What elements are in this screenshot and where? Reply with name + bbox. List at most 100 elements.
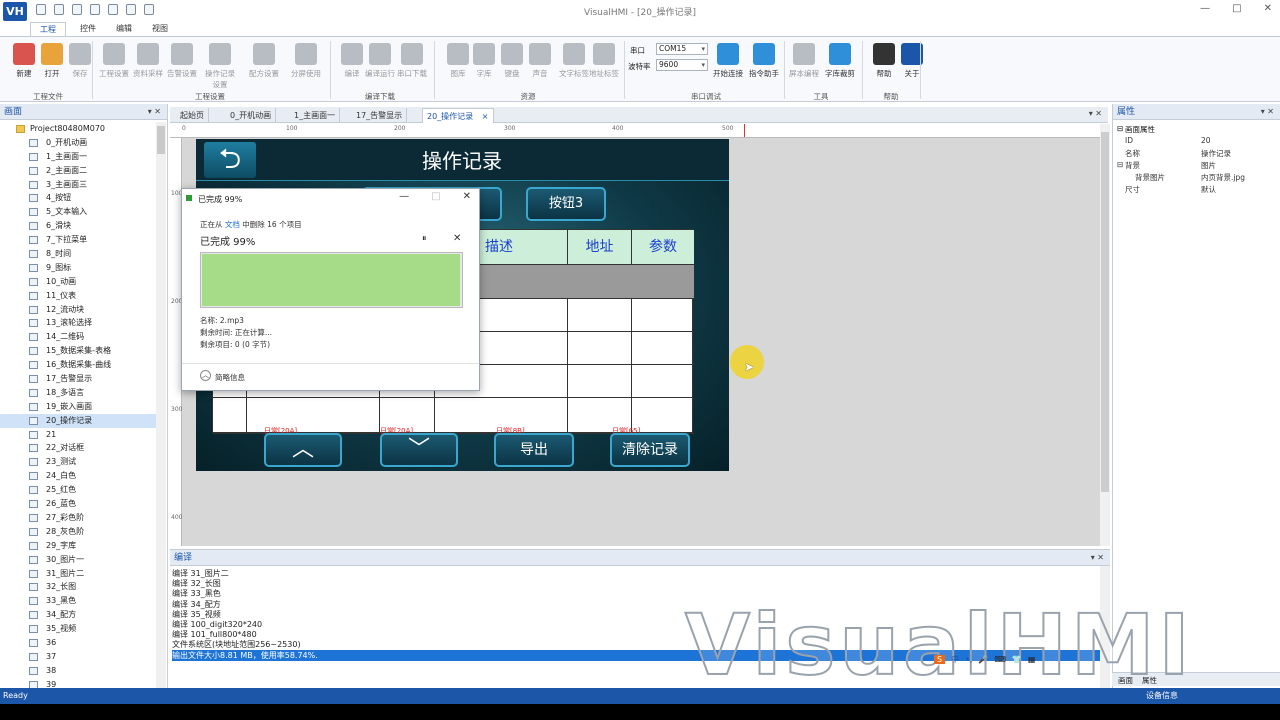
tree-item-screen[interactable]: 0_开机动画 <box>0 136 156 150</box>
tree-project-root[interactable]: Project80480M070 <box>0 122 156 136</box>
expand-toggle-icon[interactable]: ⊟ <box>1117 124 1123 133</box>
tree-item-screen[interactable]: 4_按钮 <box>0 191 156 205</box>
doc-tab-alarm[interactable]: 17_告警显示 <box>352 108 408 123</box>
doc-tabs-menu-icon[interactable]: ▾ ✕ <box>1089 109 1102 118</box>
close-tab-icon[interactable]: × <box>482 112 489 121</box>
tree-scrollbar[interactable] <box>156 122 166 688</box>
redo-icon[interactable] <box>108 4 118 15</box>
ribbon-button[interactable]: 指令助手 <box>746 43 782 79</box>
cancel-operation-button[interactable]: ✕ <box>453 233 461 244</box>
tree-item-screen[interactable]: 6_滑块 <box>0 219 156 233</box>
tree-item-screen[interactable]: 25_红色 <box>0 483 156 497</box>
tree-item-screen[interactable]: 16_数据采集-曲线 <box>0 358 156 372</box>
export-button[interactable]: 导出 <box>494 433 574 467</box>
panel-pin-icon[interactable]: ▾ ✕ <box>148 104 161 120</box>
ribbon-button[interactable]: 开始连接 <box>710 43 746 79</box>
property-row[interactable]: ID 20 <box>1115 136 1275 148</box>
tree-item-screen[interactable]: 29_字库 <box>0 539 156 553</box>
close-button[interactable]: ✕ <box>1264 3 1272 14</box>
skin-icon[interactable]: 👕 <box>1012 655 1022 664</box>
fewer-details-link[interactable]: 简略信息 <box>215 372 245 383</box>
tree-item-screen[interactable]: 8_时间 <box>0 247 156 261</box>
ribbon-button[interactable]: 关于 <box>894 43 930 79</box>
property-row[interactable]: 背景图片 内页背景.jpg <box>1115 172 1275 184</box>
tree-item-screen[interactable]: 2_主画面二 <box>0 164 156 178</box>
tree-item-screen[interactable]: 30_图片一 <box>0 553 156 567</box>
collapse-icon[interactable]: ︿ <box>200 370 211 381</box>
tree-item-screen[interactable]: 23_测试 <box>0 455 156 469</box>
new-file-icon[interactable] <box>36 4 46 15</box>
tab-project[interactable]: 工程 <box>30 22 66 36</box>
tree-item-screen[interactable]: 7_下拉菜单 <box>0 233 156 247</box>
tree-item-screen[interactable]: 38 <box>0 664 156 678</box>
page-up-button[interactable]: ︿ <box>264 433 342 467</box>
tree-item-screen[interactable]: 5_文本输入 <box>0 205 156 219</box>
dialog-minimize-button[interactable]: — <box>399 191 409 202</box>
tree-item-screen[interactable]: 39 <box>0 678 156 688</box>
tab-edit[interactable]: 编辑 <box>108 22 140 36</box>
property-row[interactable]: ⊟ 画面属性 <box>1115 124 1275 136</box>
tree-item-screen[interactable]: 13_滚轮选择 <box>0 316 156 330</box>
documents-link[interactable]: 文档 <box>225 220 240 229</box>
tree-item-screen[interactable]: 31_图片二 <box>0 567 156 581</box>
tree-item-screen[interactable]: 35_视频 <box>0 622 156 636</box>
canvas-vertical-scrollbar[interactable] <box>1100 124 1110 546</box>
tree-item-screen[interactable]: 24_白色 <box>0 469 156 483</box>
tree-item-screen[interactable]: 20_操作记录 <box>0 413 156 428</box>
compile-icon[interactable] <box>126 4 136 15</box>
tree-item-screen[interactable]: 1_主画面一 <box>0 150 156 164</box>
undo-icon[interactable] <box>90 4 100 15</box>
property-row[interactable]: 名称 操作记录 <box>1115 148 1275 160</box>
tree-item-screen[interactable]: 14_二维码 <box>0 330 156 344</box>
panel-pin-icon[interactable]: ▾ ✕ <box>1261 104 1274 120</box>
dialog-close-button[interactable]: ✕ <box>463 191 471 202</box>
expand-toggle-icon[interactable]: ⊟ <box>1117 160 1123 169</box>
tree-item-screen[interactable]: 11_仪表 <box>0 289 156 303</box>
tree-item-screen[interactable]: 9_图标 <box>0 261 156 275</box>
ime-punctuation-icon[interactable]: •, <box>965 655 972 664</box>
property-row[interactable]: 尺寸 默认 <box>1115 184 1275 196</box>
doc-tab-main-1[interactable]: 1_主画面一 <box>290 108 341 123</box>
tree-item-screen[interactable]: 27_彩色阶 <box>0 511 156 525</box>
tree-item-screen[interactable]: 12_流动块 <box>0 303 156 317</box>
page-down-button[interactable]: ﹀ <box>380 433 458 467</box>
tree-item-screen[interactable]: 19_嵌入画面 <box>0 400 156 414</box>
tree-item-screen[interactable]: 32_长图 <box>0 580 156 594</box>
tree-item-screen[interactable]: 33_黑色 <box>0 594 156 608</box>
device-info-tab[interactable]: 设备信息 <box>1146 688 1178 704</box>
tree-item-screen[interactable]: 10_动画 <box>0 275 156 289</box>
minimize-button[interactable]: — <box>1200 3 1210 14</box>
ime-chinese-mode[interactable]: 中 <box>951 654 959 665</box>
tree-item-screen[interactable]: 21 <box>0 428 156 442</box>
tree-item-screen[interactable]: 22_对话框 <box>0 441 156 455</box>
tree-item-screen[interactable]: 28_灰色阶 <box>0 525 156 539</box>
tree-item-screen[interactable]: 37 <box>0 650 156 664</box>
toolbox-icon[interactable]: ▦ <box>1028 655 1036 664</box>
hmi-button-3[interactable]: 按钮3 <box>526 187 606 221</box>
tree-item-screen[interactable]: 34_配方 <box>0 608 156 622</box>
maximize-button[interactable]: □ <box>1232 3 1241 14</box>
tree-item-screen[interactable]: 17_告警显示 <box>0 372 156 386</box>
tree-item-screen[interactable]: 18_多语言 <box>0 386 156 400</box>
tab-view[interactable]: 视图 <box>144 22 176 36</box>
serial-port-select[interactable]: COM15 <box>656 43 708 55</box>
tab-controls[interactable]: 控件 <box>72 22 104 36</box>
doc-tab-boot-animation[interactable]: 0_开机动画 <box>226 108 277 123</box>
keyboard-icon[interactable]: ⌨ <box>994 655 1006 664</box>
ime-logo-icon[interactable]: S <box>934 654 946 664</box>
clear-records-button[interactable]: 清除记录 <box>610 433 690 467</box>
download-icon[interactable] <box>144 4 154 15</box>
tree-item-screen[interactable]: 3_主画面三 <box>0 178 156 192</box>
back-button[interactable]: ⮌ <box>204 142 256 178</box>
save-icon[interactable] <box>72 4 82 15</box>
tree-item-screen[interactable]: 15_数据采集-表格 <box>0 344 156 358</box>
tree-item-screen[interactable]: 36 <box>0 636 156 650</box>
ribbon-button[interactable]: 字库裁剪 <box>822 43 858 79</box>
property-row[interactable]: ⊟ 背景 图片 <box>1115 160 1275 172</box>
open-icon[interactable] <box>54 4 64 15</box>
tree-item-screen[interactable]: 26_蓝色 <box>0 497 156 511</box>
pause-button[interactable]: ⏸ <box>422 234 427 244</box>
panel-pin-icon[interactable]: ▾ ✕ <box>1091 550 1104 566</box>
doc-tab-operation-log[interactable]: 20_操作记录 × <box>422 108 494 123</box>
baud-rate-select[interactable]: 9600 <box>656 59 708 71</box>
